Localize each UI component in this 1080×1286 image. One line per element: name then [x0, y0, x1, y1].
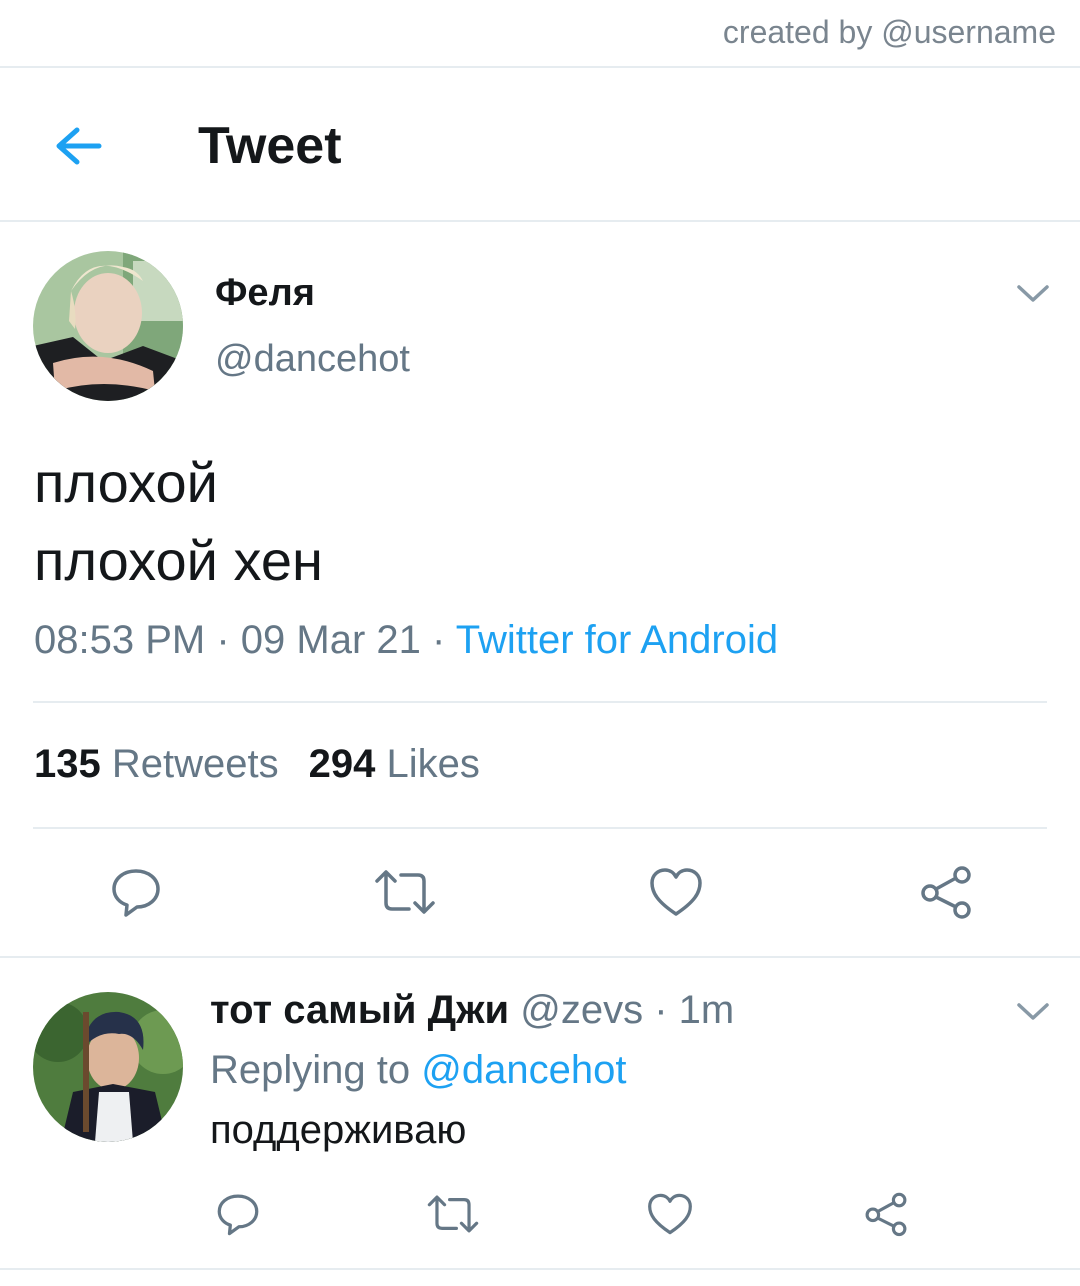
reply-retweet-button[interactable]: [424, 1188, 482, 1240]
arrow-left-icon: [56, 127, 102, 165]
reply-icon: [217, 1194, 259, 1236]
replying-to: Replying to @dancehot: [210, 1048, 626, 1093]
tweet-source-link[interactable]: Twitter for Android: [456, 618, 778, 662]
reply-icon: [112, 869, 160, 917]
reply-author-avatar[interactable]: [33, 992, 183, 1142]
meta-divider: [33, 701, 1047, 703]
author-name[interactable]: Феля: [215, 272, 315, 315]
like-icon: [648, 1193, 692, 1235]
tweet-meta: 08:53 PM · 09 Mar 21 · Twitter for Andro…: [34, 618, 778, 663]
reply-reply-button[interactable]: [212, 1188, 264, 1240]
tweet-text: плохой плохой хен: [34, 444, 323, 600]
tweet-text-line: плохой хен: [34, 529, 323, 592]
tweet-date: 09 Mar 21: [240, 618, 421, 662]
retweet-icon: [375, 870, 435, 914]
reply-time: 1m: [678, 988, 735, 1032]
tweet-menu-button[interactable]: [1015, 282, 1051, 306]
reply-menu-button[interactable]: [1015, 1000, 1051, 1024]
reply-header: тот самый Джи @zevs · 1m: [210, 988, 734, 1033]
retweets-label: Retweets: [111, 742, 279, 786]
tweet-stats: 135 Retweets 294 Likes: [34, 742, 480, 787]
replying-mention-link[interactable]: @dancehot: [421, 1048, 626, 1092]
chevron-down-icon: [1017, 1003, 1049, 1020]
like-icon: [650, 868, 702, 916]
reply-share-button[interactable]: [860, 1188, 912, 1240]
author-handle[interactable]: @dancehot: [215, 338, 410, 381]
credit-text: created by @username: [722, 14, 1056, 50]
author-avatar[interactable]: [33, 251, 183, 401]
header-divider: [0, 220, 1080, 222]
retweets-stat[interactable]: 135 Retweets: [34, 742, 279, 786]
page-title: Tweet: [198, 117, 342, 175]
top-divider: [0, 66, 1080, 68]
chevron-down-icon: [1017, 285, 1049, 302]
meta-separator: ·: [432, 618, 446, 662]
share-icon: [865, 1192, 907, 1237]
share-button[interactable]: [916, 862, 976, 922]
reply-like-button[interactable]: [644, 1188, 696, 1240]
share-icon: [921, 866, 971, 919]
reply-author-name[interactable]: тот самый Джи: [210, 988, 509, 1032]
like-button[interactable]: [645, 862, 707, 922]
reply-button[interactable]: [106, 862, 166, 922]
stats-divider: [33, 827, 1047, 829]
retweet-icon: [427, 1195, 479, 1233]
bottom-divider: [0, 1268, 1080, 1270]
reply-divider: [0, 956, 1080, 958]
reply-author-handle[interactable]: @zevs: [520, 988, 643, 1032]
likes-count: 294: [308, 742, 376, 786]
replying-label: Replying to: [210, 1048, 411, 1092]
meta-separator: ·: [216, 618, 230, 662]
back-button[interactable]: [50, 118, 106, 174]
reply-text: поддерживаю: [210, 1108, 467, 1152]
retweets-count: 135: [34, 742, 101, 786]
tweet-text-line: плохой: [34, 451, 218, 514]
likes-stat[interactable]: 294 Likes: [309, 742, 480, 786]
likes-label: Likes: [386, 742, 480, 786]
tweet-time: 08:53 PM: [34, 618, 206, 662]
retweet-button[interactable]: [372, 862, 438, 922]
reply-separator: ·: [654, 988, 668, 1032]
